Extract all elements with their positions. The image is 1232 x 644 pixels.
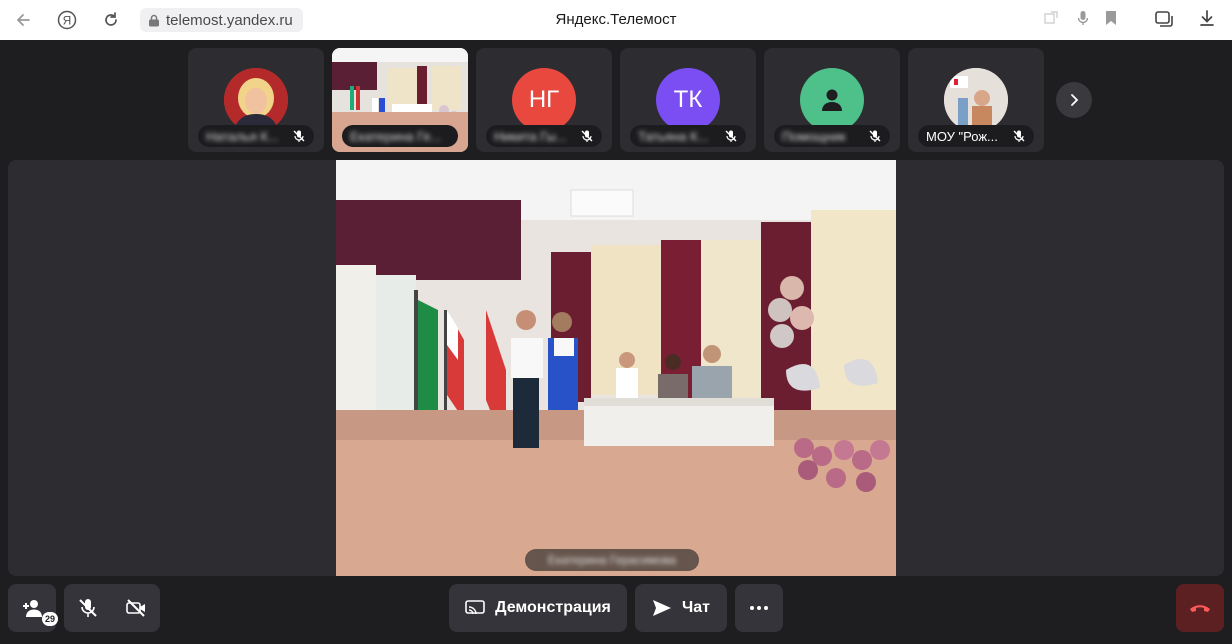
participant-name: Никита Гы... <box>494 128 567 144</box>
participant-name: МОУ "Рож... <box>926 128 998 144</box>
mic-off-icon <box>869 130 881 142</box>
speaker-name: Екатерина Герасимова <box>547 553 677 567</box>
mic-off-icon <box>79 599 97 617</box>
back-arrow-icon[interactable] <box>12 9 34 31</box>
more-options-button[interactable] <box>735 584 783 632</box>
next-participants-button[interactable] <box>1056 82 1092 118</box>
svg-text:Я: Я <box>63 14 72 28</box>
avatar <box>800 68 864 132</box>
participant-name: Помощник <box>782 128 846 144</box>
mic-off-icon <box>725 130 737 142</box>
participant-count-badge: 29 <box>42 612 59 626</box>
avatar <box>224 68 288 132</box>
speaker-name-label: Екатерина Герасимова <box>525 549 699 571</box>
mic-off-icon <box>581 130 593 142</box>
screen-share-button[interactable]: Демонстрация <box>449 584 627 632</box>
participant-tile-active[interactable]: Екатерина Ге... <box>332 48 468 152</box>
participant-name-pill: Никита Гы... <box>486 125 602 147</box>
microphone-indicator-icon[interactable] <box>1074 9 1092 32</box>
hang-up-icon <box>1190 605 1210 612</box>
screen-share-label: Демонстрация <box>495 599 611 616</box>
more-dots-icon <box>750 606 768 610</box>
participant-tile[interactable]: НГ Никита Гы... <box>476 48 612 152</box>
end-call-button[interactable] <box>1176 584 1224 632</box>
url-text: telemost.yandex.ru <box>166 11 293 29</box>
participant-tile[interactable]: МОУ "Рож... <box>908 48 1044 152</box>
chevron-right-icon <box>1071 94 1079 106</box>
main-video <box>336 160 896 576</box>
chat-label: Чат <box>682 599 710 616</box>
avatar-initials: НГ <box>512 68 576 132</box>
participant-tile[interactable]: Наталья К... <box>188 48 324 152</box>
participant-name-pill: МОУ "Рож... <box>918 125 1034 147</box>
mic-off-icon <box>293 130 305 142</box>
bookmark-icon[interactable] <box>1102 9 1120 32</box>
participant-name-pill: Наталья К... <box>198 125 314 147</box>
media-controls-group <box>64 584 160 632</box>
add-participant-button[interactable]: 29 <box>8 584 59 632</box>
camera-off-icon <box>126 599 145 617</box>
participant-name-pill: Татьяна К... <box>630 125 746 147</box>
chat-button[interactable]: Чат <box>635 584 727 632</box>
reload-icon[interactable] <box>100 9 122 31</box>
participant-tile[interactable]: Помощник <box>764 48 900 152</box>
lock-icon <box>148 14 160 31</box>
download-icon[interactable] <box>1198 9 1216 32</box>
participant-tile[interactable]: ТК Татьяна К... <box>620 48 756 152</box>
participant-name-pill: Помощник <box>774 125 890 147</box>
participant-name: Екатерина Ге... <box>350 128 442 144</box>
mute-toggle[interactable] <box>64 584 112 632</box>
participant-name: Наталья К... <box>206 128 279 144</box>
external-window-icon[interactable] <box>1042 9 1060 32</box>
address-bar[interactable]: telemost.yandex.ru <box>140 8 303 32</box>
avatar <box>944 68 1008 132</box>
send-icon <box>653 600 671 616</box>
main-stage <box>8 160 1224 576</box>
screen-share-icon <box>465 600 485 615</box>
participant-name: Татьяна К... <box>638 128 709 144</box>
mic-off-icon <box>1013 130 1025 142</box>
user-icon <box>822 89 842 111</box>
browser-toolbar: Я telemost.yandex.ru Яндекс.Телемост <box>0 0 1232 40</box>
collections-icon[interactable] <box>1154 9 1174 34</box>
camera-toggle[interactable] <box>112 584 160 632</box>
yandex-logo-icon[interactable]: Я <box>56 9 78 31</box>
participant-name-pill: Екатерина Ге... <box>342 125 458 147</box>
speaker-video-frame <box>336 160 896 576</box>
add-user-icon <box>23 600 42 617</box>
avatar-initials: ТК <box>656 68 720 132</box>
